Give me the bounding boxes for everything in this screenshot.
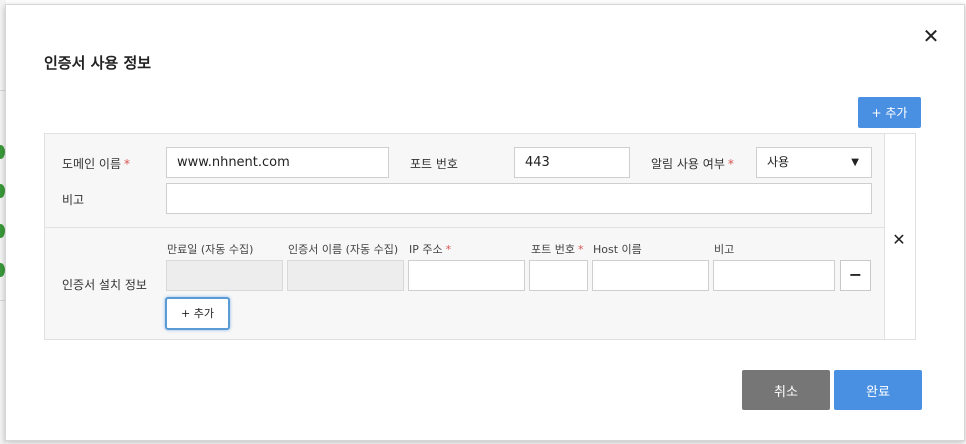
modal-title: 인증서 사용 정보 <box>44 54 152 72</box>
remark-input[interactable] <box>166 183 872 214</box>
install-info-label: 인증서 설치 정보 <box>62 278 147 292</box>
host-input[interactable] <box>592 260 709 291</box>
ip-input[interactable] <box>408 260 525 291</box>
add-install-row-button[interactable]: + 추가 <box>165 297 230 330</box>
install-port-input[interactable] <box>529 260 588 291</box>
column-ip: IP 주소 * <box>409 243 452 256</box>
expiry-input <box>166 260 283 291</box>
cancel-button[interactable]: 취소 <box>742 370 830 410</box>
column-port: 포트 번호 * <box>531 243 584 256</box>
alert-usage-select[interactable]: 사용 ▼ <box>756 147 872 178</box>
domain-panel: 도메인 이름* 포트 번호 알림 사용 여부* 사용 ▼ 비고 인증서 설치 정… <box>44 133 916 340</box>
remark-label: 비고 <box>62 193 85 207</box>
confirm-button[interactable]: 완료 <box>834 370 922 410</box>
domain-name-label: 도메인 이름 * <box>62 157 131 171</box>
column-cert-name: 인증서 이름 (자동 수집) <box>288 243 399 256</box>
remove-row-button[interactable]: − <box>840 260 871 291</box>
caret-down-icon: ▼ <box>851 157 859 168</box>
column-expiry: 만료일 (자동 수집) <box>167 243 254 256</box>
install-remark-input[interactable] <box>713 260 835 291</box>
close-icon[interactable]: ✕ <box>920 25 942 47</box>
port-label: 포트 번호 <box>410 157 458 171</box>
cert-name-input <box>287 260 404 291</box>
port-input[interactable] <box>514 147 630 178</box>
column-host: Host 이름 <box>593 243 642 256</box>
domain-name-input[interactable] <box>166 147 389 178</box>
alert-usage-value: 사용 <box>767 155 790 169</box>
domain-panel-body: 도메인 이름* 포트 번호 알림 사용 여부* 사용 ▼ 비고 인증서 설치 정… <box>45 134 885 339</box>
certificate-usage-modal: 인증서 사용 정보 ✕ + 추가 도메인 이름* 포트 번호 알림 사용 여부*… <box>5 4 965 441</box>
section-divider <box>45 227 884 228</box>
column-remark: 비고 <box>714 243 735 256</box>
remove-domain-icon[interactable]: ✕ <box>891 230 907 249</box>
add-domain-button[interactable]: + 추가 <box>858 97 921 128</box>
alert-usage-label: 알림 사용 여부 * <box>651 157 734 171</box>
